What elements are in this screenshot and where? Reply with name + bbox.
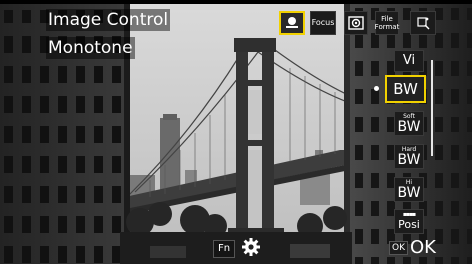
option-hi-bw[interactable]: Hi BW	[394, 177, 424, 202]
top-frame	[0, 0, 472, 4]
monotone-options-list: Vi BW Soft BW Hard BW Hi BW ▪▪▪▪ Posi	[385, 38, 437, 262]
selected-bullet-icon	[374, 86, 379, 91]
file-format-button[interactable]: File Format	[375, 11, 399, 35]
menu-title: Image Control	[46, 9, 171, 31]
camera-screen: Image Control Monotone Focus File Format…	[0, 0, 472, 264]
gear-icon[interactable]	[241, 237, 261, 257]
image-control-button[interactable]	[279, 11, 305, 35]
wireless-button[interactable]	[410, 11, 436, 35]
option-soft-bw[interactable]: Soft BW	[394, 111, 424, 136]
wireless-icon	[417, 17, 430, 30]
file-format-label: File Format	[374, 15, 400, 31]
focus-label: Focus	[311, 18, 335, 27]
option-bw[interactable]: BW	[385, 75, 426, 103]
fn-button[interactable]: Fn	[213, 240, 236, 258]
metering-icon	[348, 16, 364, 30]
focus-button[interactable]: Focus	[310, 11, 336, 35]
image-control-icon	[286, 17, 298, 28]
option-vivid[interactable]: Vi	[394, 50, 424, 72]
option-hard-bw[interactable]: Hard BW	[394, 144, 424, 169]
ok-button[interactable]: OK OK	[389, 238, 436, 258]
metering-button[interactable]	[344, 11, 368, 35]
ok-label: OK	[410, 237, 436, 258]
selected-mode-label: Monotone	[46, 37, 135, 59]
ok-badge: OK	[389, 241, 408, 255]
option-posi[interactable]: ▪▪▪▪ Posi	[394, 209, 424, 234]
